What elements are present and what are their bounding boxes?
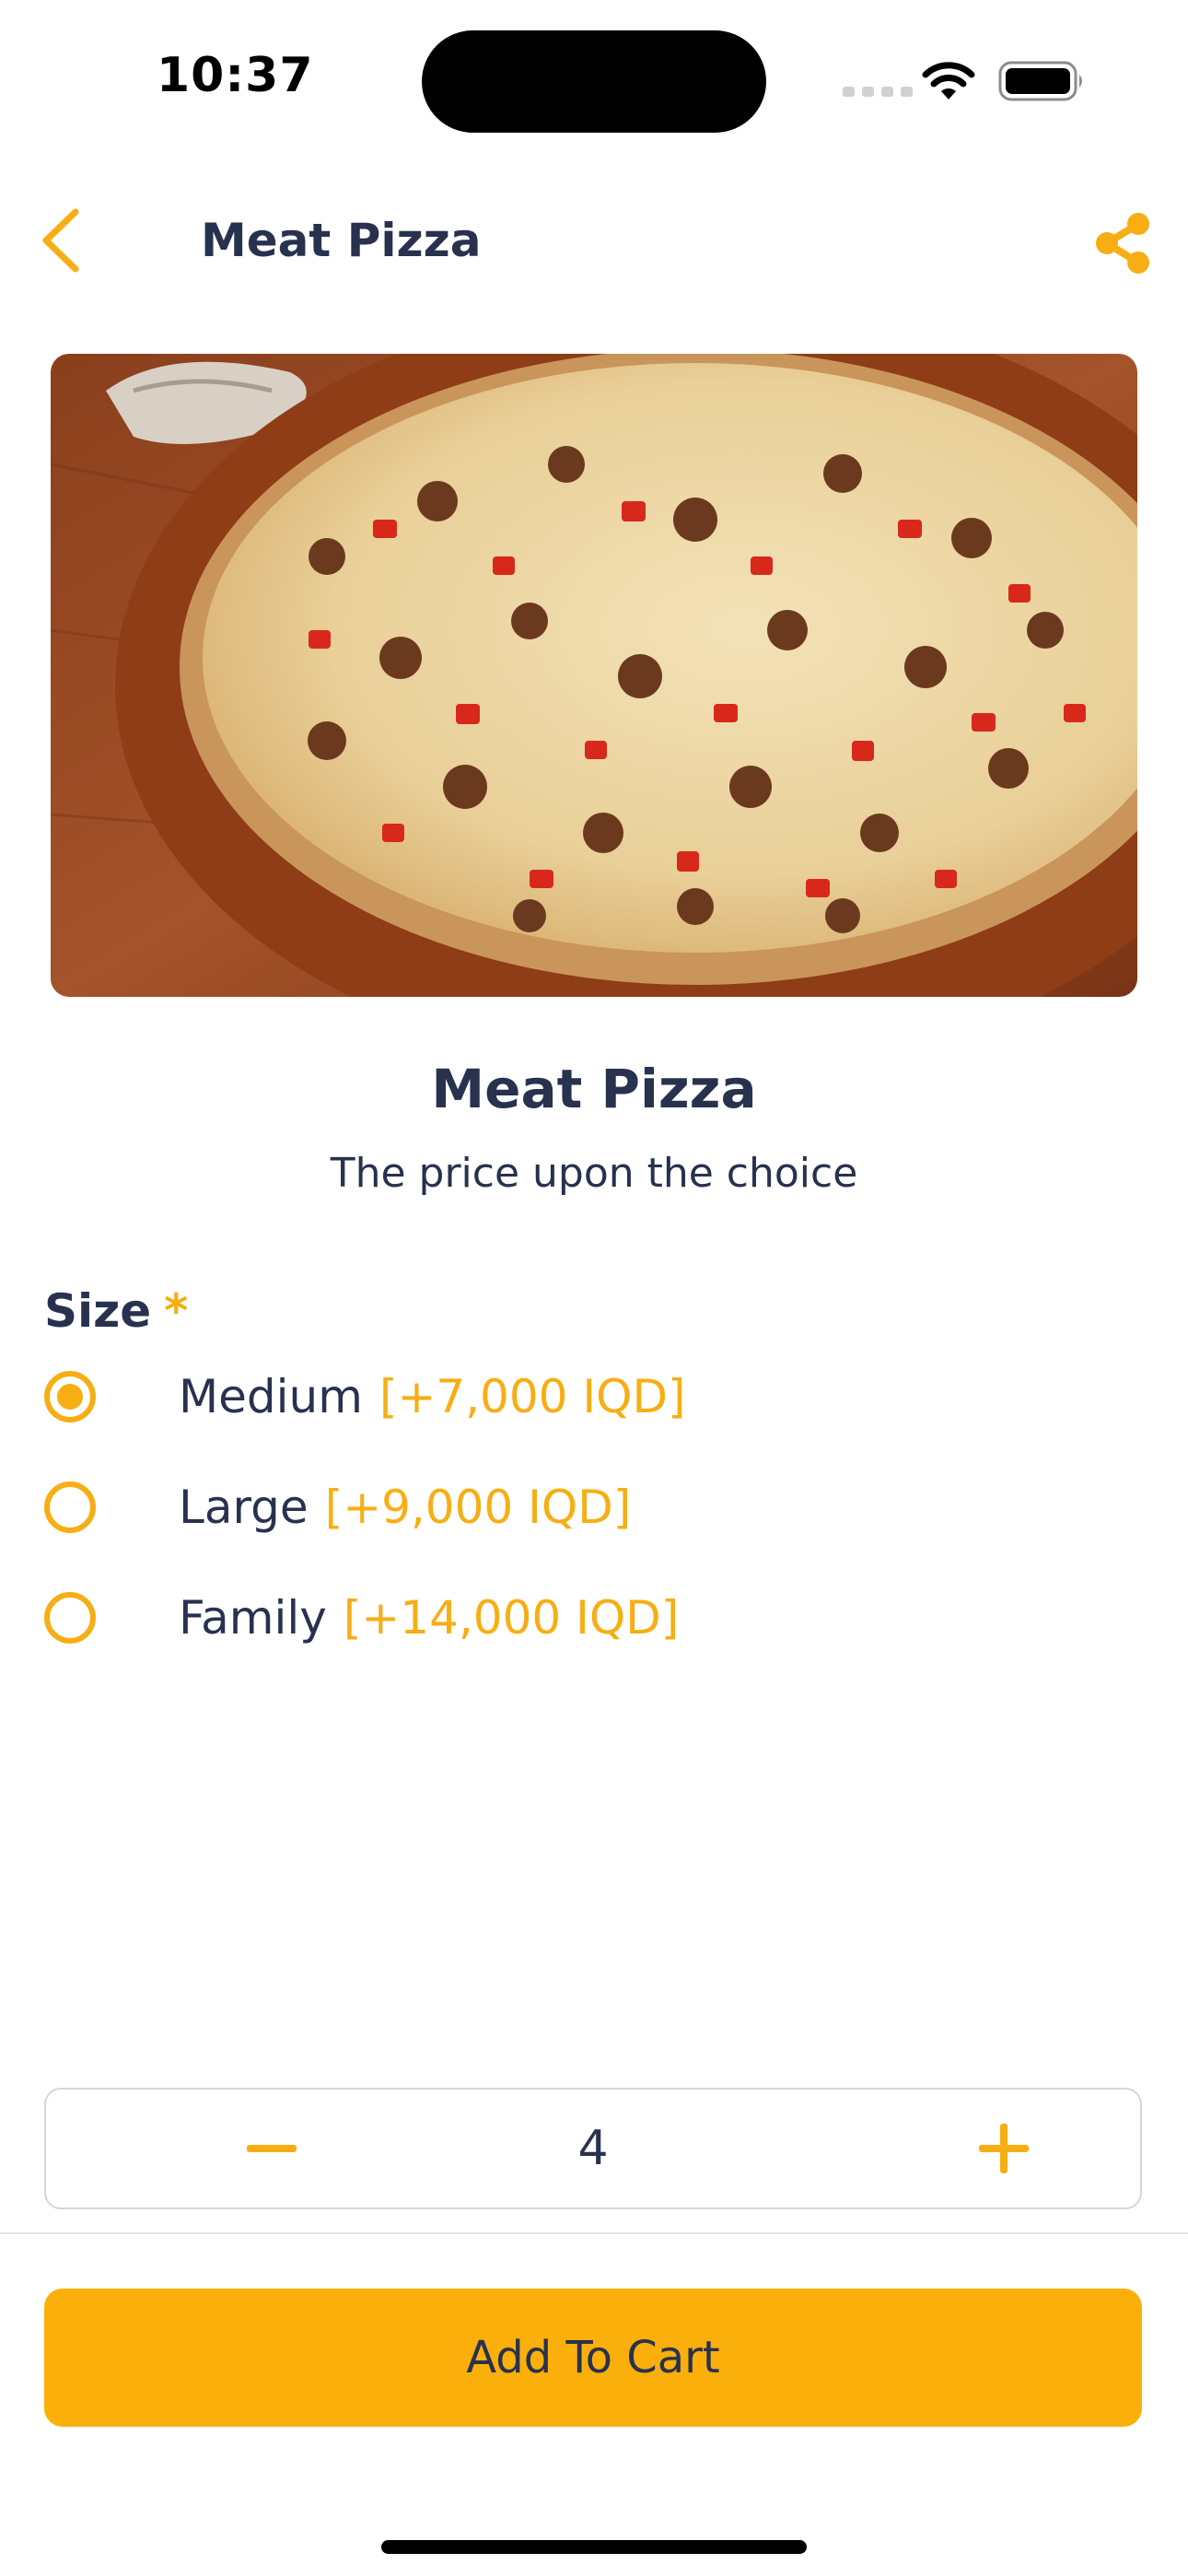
size-option-price: [+9,000 IQD] — [324, 1481, 632, 1534]
size-option-price: [+14,000 IQD] — [343, 1591, 680, 1645]
dynamic-island — [422, 30, 766, 133]
size-option-family[interactable]: Family [+14,000 IQD] — [44, 1581, 1103, 1655]
plus-icon — [979, 2124, 1029, 2173]
product-title: Meat Pizza — [431, 1058, 757, 1120]
size-option-price: [+7,000 IQD] — [379, 1370, 686, 1423]
divider — [0, 2232, 1188, 2234]
size-option-medium[interactable]: Medium [+7,000 IQD] — [44, 1360, 1103, 1434]
home-indicator — [381, 2540, 807, 2554]
quantity-stepper: 4 — [44, 2088, 1142, 2209]
status-time: 10:37 — [157, 48, 314, 103]
radio-selected-icon[interactable] — [44, 1371, 96, 1423]
size-option-large[interactable]: Large [+9,000 IQD] — [44, 1470, 1103, 1544]
add-to-cart-button[interactable]: Add To Cart — [44, 2289, 1142, 2427]
size-label: Size * — [44, 1284, 188, 1338]
required-mark: * — [164, 1284, 189, 1338]
cellular-signal-icon — [843, 87, 913, 97]
wifi-icon — [922, 62, 975, 100]
increment-button[interactable] — [930, 2090, 1077, 2207]
size-option-name: Large — [179, 1481, 309, 1534]
product-image — [51, 354, 1137, 997]
size-label-text: Size — [44, 1284, 152, 1338]
size-option-name: Medium — [179, 1370, 363, 1423]
chevron-left-icon[interactable] — [37, 206, 92, 275]
battery-icon — [998, 61, 1082, 101]
size-option-name: Family — [179, 1591, 327, 1645]
page-title: Meat Pizza — [201, 214, 482, 267]
radio-unselected-icon[interactable] — [44, 1592, 96, 1644]
radio-unselected-icon[interactable] — [44, 1481, 96, 1533]
product-subtitle: The price upon the choice — [330, 1150, 858, 1197]
share-icon[interactable] — [1092, 210, 1153, 276]
